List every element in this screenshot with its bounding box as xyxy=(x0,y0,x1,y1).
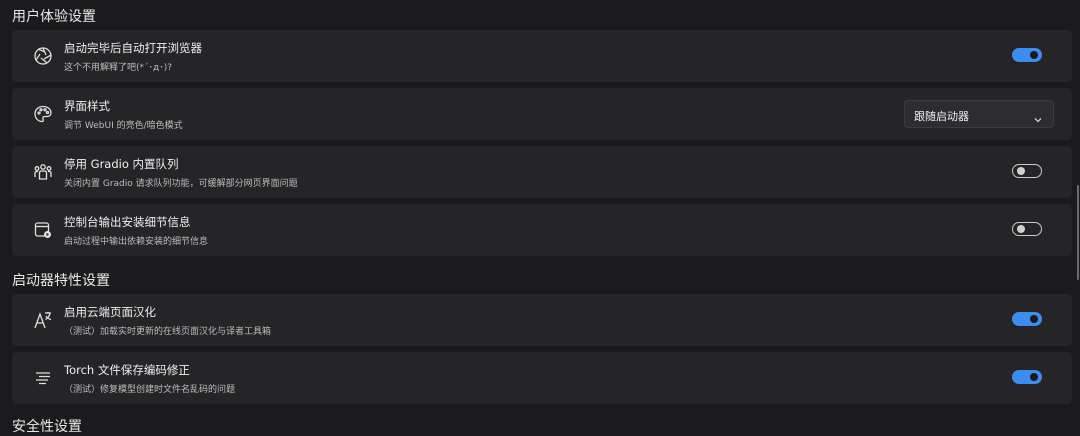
setting-ui-style: 界面样式 调节 WebUI 的亮色/暗色模式 跟随启动器 xyxy=(12,88,1072,140)
toggle-knob xyxy=(1017,166,1025,175)
palette-icon xyxy=(32,103,54,125)
setting-cloud-localization: 启用云端页面汉化 （测试）加载实时更新的在线页面汉化与译者工具箱 xyxy=(12,294,1072,346)
disable-gradio-queue-toggle[interactable] xyxy=(1012,164,1042,178)
select-value: 跟随启动器 xyxy=(914,110,969,123)
torch-encoding-fix-toggle[interactable] xyxy=(1012,370,1042,384)
window-play-icon xyxy=(32,219,54,241)
setting-torch-encoding-fix: Torch 文件保存编码修正 （测试）修复模型创建时文件名乱码的问题 xyxy=(12,352,1072,404)
setting-title: 控制台输出安装细节信息 xyxy=(64,215,191,229)
cloud-localization-toggle[interactable] xyxy=(1012,312,1042,326)
setting-title: 停用 Gradio 内置队列 xyxy=(64,157,179,171)
setting-description: 启动过程中输出依赖安装的细节信息 xyxy=(64,237,209,247)
setting-console-install-details: 控制台输出安装细节信息 启动过程中输出依赖安装的细节信息 xyxy=(12,204,1072,256)
people-group-icon xyxy=(32,161,54,183)
setting-auto-open-browser: 启动完毕后自动打开浏览器 这个不用解释了吧(*´･д･)? xyxy=(12,30,1072,82)
console-install-details-toggle[interactable] xyxy=(1012,222,1042,236)
setting-description: （测试）加载实时更新的在线页面汉化与译者工具箱 xyxy=(64,327,272,337)
setting-title: 界面样式 xyxy=(64,99,110,113)
translate-icon xyxy=(32,309,54,331)
setting-disable-gradio-queue: 停用 Gradio 内置队列 关闭内置 Gradio 请求队列功能，可缓解部分网… xyxy=(12,146,1072,198)
setting-description: 关闭内置 Gradio 请求队列功能，可缓解部分网页界面问题 xyxy=(64,179,298,189)
setting-title: 启用云端页面汉化 xyxy=(64,305,156,319)
auto-open-browser-toggle[interactable] xyxy=(1012,48,1042,62)
toggle-knob xyxy=(1030,51,1038,59)
setting-description: 调节 WebUI 的亮色/暗色模式 xyxy=(64,121,183,131)
setting-title: 启动完毕后自动打开浏览器 xyxy=(64,41,202,55)
section-title-launcher-features: 启动器特性设置 xyxy=(12,273,110,289)
text-align-icon xyxy=(32,367,54,389)
ui-style-select[interactable]: 跟随启动器 xyxy=(904,100,1054,128)
section-title-user-experience: 用户体验设置 xyxy=(12,9,96,25)
toggle-knob xyxy=(1030,373,1038,381)
setting-title: Torch 文件保存编码修正 xyxy=(64,363,190,377)
toggle-knob xyxy=(1017,224,1025,233)
scrollbar-thumb[interactable] xyxy=(1077,185,1079,280)
setting-description: （测试）修复模型创建时文件名乱码的问题 xyxy=(64,385,236,395)
chevron-down-icon xyxy=(1033,110,1043,123)
toggle-knob xyxy=(1030,315,1038,323)
aperture-icon xyxy=(32,45,54,67)
setting-description: 这个不用解释了吧(*´･д･)? xyxy=(64,63,173,73)
section-title-security: 安全性设置 xyxy=(12,419,82,435)
